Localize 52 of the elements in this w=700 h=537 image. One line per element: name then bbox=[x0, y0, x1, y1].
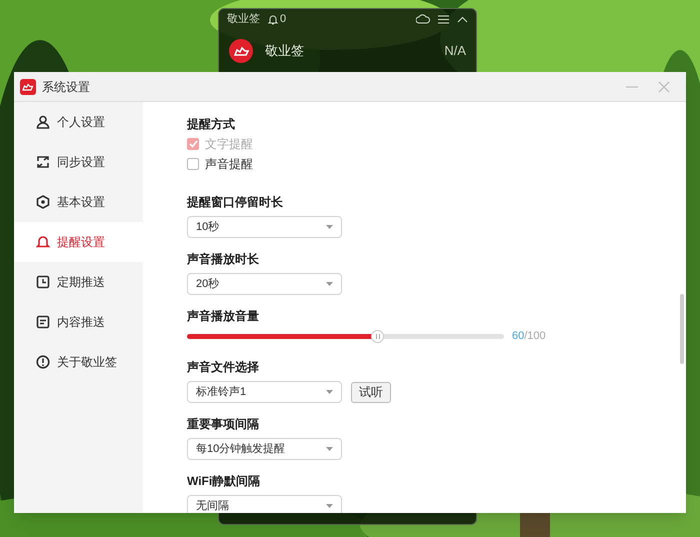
caret-icon bbox=[326, 225, 333, 229]
sync-icon bbox=[36, 155, 50, 169]
window-title: 系统设置 bbox=[42, 78, 90, 96]
caret-icon bbox=[326, 447, 333, 451]
widget-name: 敬业签 bbox=[265, 42, 304, 60]
checkbox-label: 文字提醒 bbox=[205, 137, 253, 151]
collapse-icon[interactable] bbox=[457, 16, 468, 22]
caret-icon bbox=[326, 390, 333, 394]
checkbox-label: 声音提醒 bbox=[205, 157, 253, 171]
section-heading: 提醒窗口停留时长 bbox=[187, 195, 283, 209]
sidebar-item[interactable]: 同步设置 bbox=[14, 142, 143, 182]
dropdown[interactable]: 标准铃声1 bbox=[187, 381, 342, 403]
scrollbar-thumb[interactable] bbox=[680, 294, 684, 364]
document-icon bbox=[36, 315, 50, 329]
caret-icon bbox=[326, 282, 333, 286]
bell-icon bbox=[36, 235, 50, 249]
info-icon bbox=[36, 355, 50, 369]
volume-reading: 60 bbox=[512, 328, 524, 344]
section-heading: WiFi静默间隔 bbox=[187, 474, 260, 488]
app-logo-icon bbox=[20, 78, 36, 94]
person-icon bbox=[36, 115, 50, 129]
section-heading: 重要事项间隔 bbox=[187, 417, 259, 431]
close-icon[interactable] bbox=[658, 80, 670, 92]
sidebar-item[interactable]: 定期推送 bbox=[14, 262, 143, 302]
hexagon-icon bbox=[36, 195, 50, 209]
checkbox[interactable] bbox=[187, 158, 199, 170]
sidebar-item[interactable]: 个人设置 bbox=[14, 102, 143, 142]
sidebar-item[interactable]: 内容推送 bbox=[14, 302, 143, 342]
preview-button[interactable]: 试听 bbox=[351, 382, 391, 402]
sidebar-item[interactable]: 关于敬业签 bbox=[14, 342, 143, 382]
sidebar-item[interactable]: 提醒设置 bbox=[14, 222, 143, 262]
minimize-icon[interactable] bbox=[626, 86, 638, 88]
cloud-icon[interactable] bbox=[416, 14, 430, 24]
section-heading: 提醒方式 bbox=[187, 117, 235, 131]
notification-count: 0 bbox=[280, 12, 286, 27]
dropdown[interactable]: 每10分钟触发提醒 bbox=[187, 438, 342, 460]
section-heading: 声音播放时长 bbox=[187, 252, 259, 266]
section-heading: 声音文件选择 bbox=[187, 360, 259, 374]
dropdown[interactable]: 20秒 bbox=[187, 273, 342, 295]
widget-title: 敬业签 bbox=[227, 12, 260, 27]
clock-icon bbox=[36, 275, 50, 289]
caret-icon bbox=[326, 504, 333, 508]
slider-thumb[interactable] bbox=[371, 330, 384, 342]
app-logo-icon bbox=[229, 39, 253, 63]
dropdown[interactable]: 10秒 bbox=[187, 216, 342, 238]
bell-icon bbox=[268, 14, 278, 24]
menu-icon[interactable] bbox=[438, 14, 449, 24]
sidebar-item[interactable]: 基本设置 bbox=[14, 182, 143, 222]
section-heading: 声音播放音量 bbox=[187, 309, 259, 323]
volume-max: /100 bbox=[524, 328, 546, 344]
widget-status: N/A bbox=[444, 42, 466, 60]
dropdown[interactable]: 无间隔 bbox=[187, 495, 342, 513]
